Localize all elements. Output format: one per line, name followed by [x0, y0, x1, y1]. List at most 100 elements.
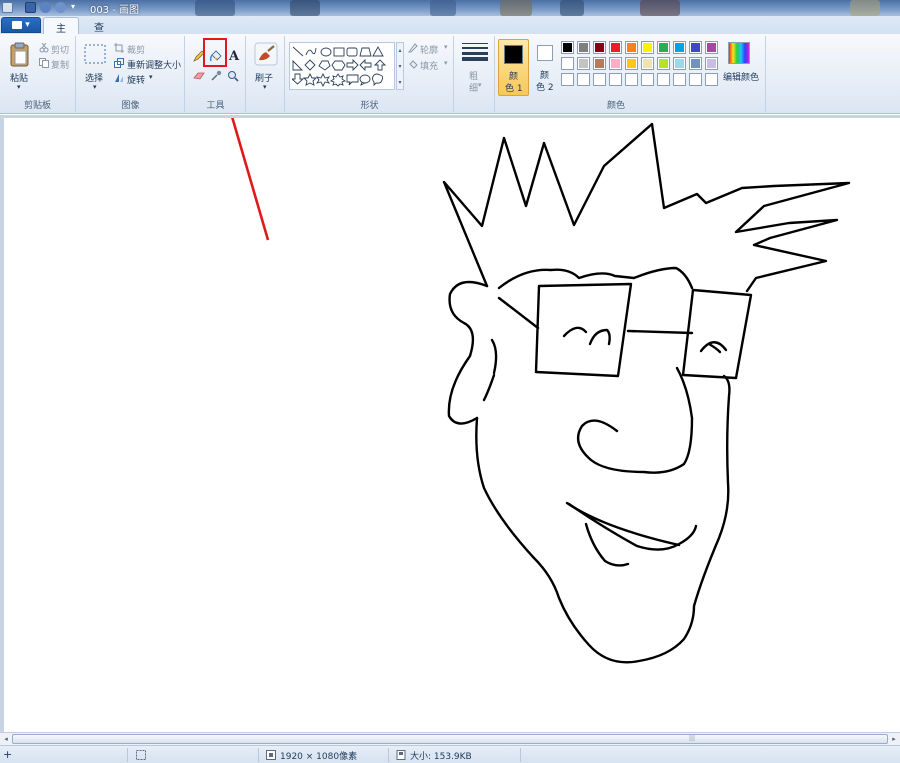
status-divider	[127, 748, 128, 762]
customize-quick-access-icon[interactable]: ▾	[71, 2, 79, 13]
cut-button[interactable]: 剪切	[51, 43, 69, 56]
palette-swatch[interactable]	[673, 57, 686, 70]
tab-view[interactable]: 查看	[80, 17, 118, 49]
group-label-colors: 颜色	[606, 101, 625, 111]
copy-button[interactable]: 复制	[51, 58, 69, 71]
rotate-button[interactable]: 旋转	[127, 73, 145, 86]
palette-swatch[interactable]	[625, 73, 638, 86]
paste-dropdown-icon[interactable]: ▾	[17, 83, 21, 91]
shapes-scroll-buttons[interactable]: ▴ ▾ ▾	[396, 42, 404, 90]
eraser-icon[interactable]	[193, 71, 205, 81]
fill-button[interactable]: 填充	[420, 59, 438, 72]
palette-swatch[interactable]	[561, 73, 574, 86]
color-picker-icon[interactable]	[210, 70, 222, 82]
palette-swatch[interactable]	[577, 57, 590, 70]
rotate-dropdown-icon[interactable]: ▾	[149, 73, 153, 81]
color1-button[interactable]: 颜 色 1	[498, 39, 529, 96]
palette-swatch[interactable]	[673, 41, 686, 54]
status-bar: + 1920 × 1080像素 大小: 153.9KB	[0, 745, 900, 763]
tab-home[interactable]: 主页	[43, 17, 79, 50]
brushes-dropdown-icon[interactable]: ▾	[263, 83, 267, 91]
palette-swatch[interactable]	[561, 41, 574, 54]
size-label-thin[interactable]: 细	[469, 81, 478, 94]
palette-swatch[interactable]	[577, 73, 590, 86]
text-tool-icon[interactable]: A	[229, 49, 239, 64]
redo-icon[interactable]	[55, 2, 66, 13]
file-size-icon	[396, 750, 406, 760]
palette-swatch[interactable]	[609, 57, 622, 70]
palette-swatch[interactable]	[705, 57, 718, 70]
background-thumb	[850, 0, 880, 16]
palette-swatch[interactable]	[641, 41, 654, 54]
palette-swatch[interactable]	[641, 73, 654, 86]
cursor-position-icon: +	[3, 748, 13, 761]
app-menu-icon	[12, 21, 23, 29]
palette-swatch[interactable]	[705, 73, 718, 86]
size-icon[interactable]	[462, 43, 488, 61]
palette-swatch[interactable]	[689, 57, 702, 70]
edit-colors-button[interactable]: 编辑颜色	[723, 70, 759, 83]
palette-swatch[interactable]	[609, 41, 622, 54]
copy-icon[interactable]	[39, 58, 49, 68]
palette-swatch[interactable]	[657, 73, 670, 86]
brush-icon[interactable]	[254, 42, 278, 66]
rotate-icon[interactable]	[114, 73, 124, 83]
scroll-left-arrow-icon[interactable]: ◂	[1, 734, 11, 744]
save-icon[interactable]	[25, 2, 36, 13]
crop-button[interactable]: 裁剪	[127, 43, 145, 56]
group-colors: 颜 色 1 颜 色 2 编辑颜色 颜色	[496, 36, 766, 112]
background-thumb	[195, 0, 235, 16]
palette-swatch[interactable]	[689, 41, 702, 54]
palette-swatch[interactable]	[705, 41, 718, 54]
color2-button[interactable]: 颜 色 2	[533, 39, 559, 96]
color-palette	[561, 41, 721, 91]
palette-swatch[interactable]	[593, 41, 606, 54]
app-menu-arrow: ▾	[25, 20, 30, 30]
resize-button[interactable]: 重新调整大小	[127, 58, 181, 71]
palette-swatch[interactable]	[593, 73, 606, 86]
drawing-canvas[interactable]	[4, 118, 900, 732]
file-size: 大小: 153.9KB	[410, 752, 472, 762]
undo-icon[interactable]	[40, 2, 51, 13]
select-icon[interactable]	[84, 44, 106, 64]
paste-icon[interactable]	[9, 42, 31, 68]
size-dropdown-icon[interactable]: ▾	[478, 81, 482, 89]
app-menu-button[interactable]: ▾	[1, 17, 41, 33]
edit-colors-icon[interactable]	[728, 42, 750, 64]
palette-swatch[interactable]	[689, 73, 702, 86]
magnifier-icon[interactable]	[227, 70, 239, 82]
shapes-gallery-icons[interactable]	[292, 46, 396, 90]
cut-icon[interactable]	[39, 43, 49, 53]
palette-swatch[interactable]	[609, 73, 622, 86]
group-image: 选择 ▾ 裁剪 重新调整大小 旋转 ▾ 图像	[77, 36, 185, 112]
color2-swatch	[537, 45, 553, 61]
palette-swatch[interactable]	[625, 41, 638, 54]
canvas-area	[0, 115, 900, 732]
fill-dropdown-icon[interactable]: ▾	[444, 59, 448, 67]
scrollbar-thumb[interactable]: |||	[12, 734, 888, 744]
palette-swatch[interactable]	[577, 41, 590, 54]
palette-swatch[interactable]	[561, 57, 574, 70]
resize-icon[interactable]	[114, 58, 124, 68]
palette-swatch[interactable]	[625, 57, 638, 70]
horizontal-scrollbar[interactable]: ◂ ||| ▸	[0, 732, 900, 745]
outline-button[interactable]: 轮廓	[420, 43, 438, 56]
annotation-arrow	[231, 118, 270, 241]
palette-swatch[interactable]	[657, 41, 670, 54]
crop-icon[interactable]	[114, 43, 124, 53]
group-label-shapes: 形状	[360, 101, 379, 111]
outline-icon[interactable]	[408, 43, 418, 53]
palette-swatch[interactable]	[673, 73, 686, 86]
color1-label-b: 色 1	[505, 84, 523, 94]
palette-swatch[interactable]	[641, 57, 654, 70]
select-dropdown-icon[interactable]: ▾	[93, 83, 97, 91]
group-label-clipboard: 剪贴板	[23, 101, 51, 111]
palette-swatch[interactable]	[593, 57, 606, 70]
shapes-gallery	[289, 42, 395, 90]
outline-dropdown-icon[interactable]: ▾	[444, 43, 448, 51]
palette-swatch[interactable]	[657, 57, 670, 70]
fill-icon[interactable]	[408, 59, 418, 69]
group-shapes: ▴ ▾ ▾ 轮廓 ▾ 填充 ▾ 形状	[286, 36, 454, 112]
title-bar: ▾ 003 - 画图	[0, 0, 900, 16]
scroll-right-arrow-icon[interactable]: ▸	[889, 734, 899, 744]
